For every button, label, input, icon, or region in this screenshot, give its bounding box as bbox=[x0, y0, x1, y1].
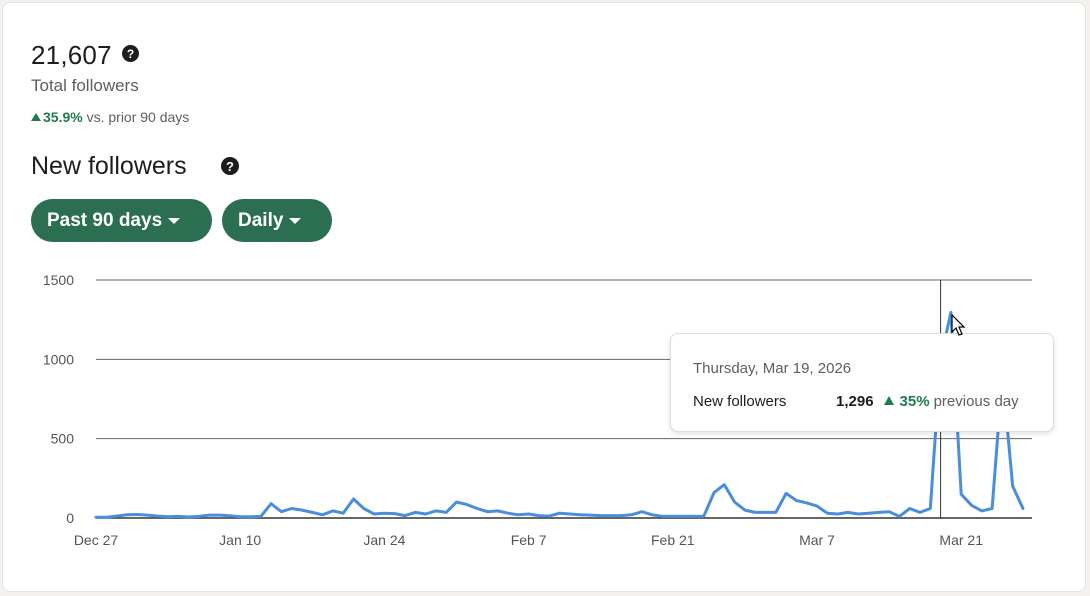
mouse-cursor-icon bbox=[951, 314, 966, 336]
x-tick-label: Dec 27 bbox=[74, 532, 119, 548]
x-tick-label: Mar 21 bbox=[939, 532, 983, 548]
chart-tooltip: Thursday, Mar 19, 2026 New followers 1,29… bbox=[670, 333, 1054, 432]
tooltip-change-value: 35% bbox=[899, 393, 930, 410]
y-tick-label: 1000 bbox=[43, 351, 74, 367]
x-tick-label: Mar 7 bbox=[799, 532, 835, 548]
y-tick-label: 0 bbox=[66, 510, 74, 526]
x-tick-label: Jan 24 bbox=[363, 532, 405, 548]
tooltip-metric-label: New followers bbox=[693, 393, 787, 410]
y-tick-label: 500 bbox=[51, 431, 75, 447]
tooltip-change-text: previous day bbox=[933, 393, 1019, 410]
x-tick-label: Feb 21 bbox=[651, 532, 695, 548]
y-axis-labels: 1500 1000 500 0 bbox=[43, 272, 74, 526]
tooltip-metric-value: 1,296 bbox=[836, 393, 874, 410]
new-followers-chart[interactable]: 1500 1000 500 0 Dec 27 Jan 10 Jan 24 Feb 7 Feb … bbox=[0, 0, 1090, 596]
x-tick-label: Jan 10 bbox=[219, 532, 261, 548]
x-tick-label: Feb 7 bbox=[511, 532, 547, 548]
y-tick-label: 1500 bbox=[43, 272, 74, 288]
x-axis-labels: Dec 27 Jan 10 Jan 24 Feb 7 Feb 21 Mar 7 Mar 21 bbox=[74, 532, 983, 548]
tooltip-row: New followers 1,296 35% previous day bbox=[693, 393, 1019, 410]
tooltip-date: Thursday, Mar 19, 2026 bbox=[693, 360, 852, 377]
trend-up-icon bbox=[883, 396, 894, 405]
